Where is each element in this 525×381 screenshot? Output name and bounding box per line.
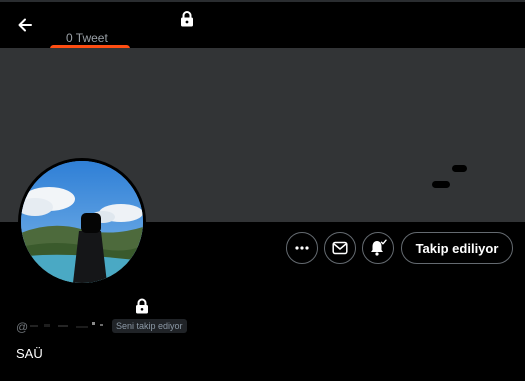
back-button[interactable] <box>10 12 40 38</box>
banner-redaction <box>432 181 450 188</box>
tweet-count: 0 Tweet <box>66 31 108 45</box>
profile-bio: SAÜ <box>16 346 43 361</box>
following-button[interactable]: Takip ediliyor <box>401 232 513 264</box>
notifications-button[interactable] <box>362 232 394 264</box>
more-horizontal-icon <box>295 246 309 250</box>
protected-lock-icon <box>179 10 195 28</box>
protected-lock-icon <box>134 298 150 315</box>
bell-check-icon <box>371 239 387 256</box>
follows-you-badge: Seni takip ediyor <box>112 319 187 333</box>
profile-avatar[interactable] <box>18 158 146 286</box>
arrow-left-icon <box>18 18 32 32</box>
handle-redaction <box>30 322 103 328</box>
message-button[interactable] <box>324 232 356 264</box>
envelope-icon <box>332 241 348 255</box>
banner-redaction <box>452 165 467 172</box>
avatar-photo <box>21 161 143 283</box>
top-divider <box>0 0 525 2</box>
user-handle: @ <box>16 320 29 334</box>
more-options-button[interactable] <box>286 232 318 264</box>
